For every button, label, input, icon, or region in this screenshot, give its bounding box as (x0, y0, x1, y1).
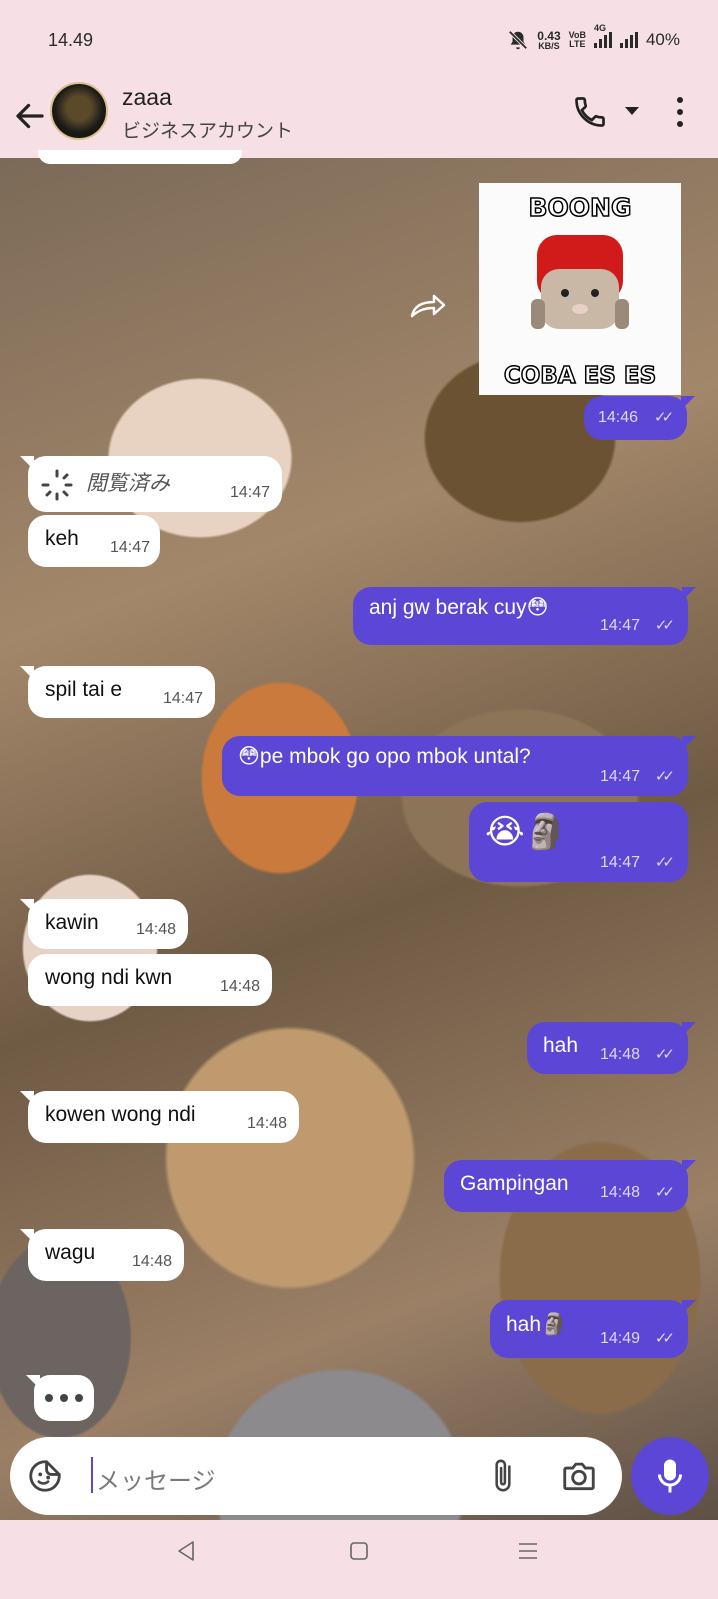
phone-icon[interactable] (572, 94, 608, 130)
message-time: 14:47 (229, 484, 270, 501)
status-bar: 14.49 0.43 KB/S VoB LTE 4G 40% (0, 0, 718, 78)
read-receipt-icon: ✓✓ (654, 617, 675, 634)
message-text: wong ndi kwn (45, 966, 173, 989)
message-time: 14:48 (131, 1253, 172, 1270)
message-text: hah (543, 1034, 579, 1057)
message-time: 14:48 (246, 1115, 287, 1132)
chat-header: zaaa ビジネスアカウント (0, 78, 718, 158)
read-receipt-icon: ✓✓ (654, 1046, 675, 1063)
message-text: wagu (45, 1241, 96, 1264)
read-receipt-icon: ✓✓ (654, 409, 674, 426)
contact-subtitle: ビジネスアカウント (122, 121, 294, 142)
camera-icon[interactable] (560, 1457, 598, 1495)
message-bubble-in[interactable]: kawin 14:48 (20, 899, 188, 949)
message-text: kowen wong ndi (45, 1103, 196, 1126)
net-speed-value: 0.43 (537, 28, 561, 43)
contact-name[interactable]: zaaa (122, 84, 172, 111)
message-bubble-out[interactable]: anj gw berak cuy😳 14:47 ✓✓ (353, 587, 696, 645)
message-bubble-in[interactable]: wagu 14:48 (20, 1229, 184, 1281)
read-receipt-icon: ✓✓ (654, 1330, 675, 1347)
message-text: 😳pe mbok go opo mbok untal? (238, 745, 531, 768)
network-type: 4G (593, 23, 606, 33)
back-arrow-icon[interactable] (12, 98, 48, 134)
signal-4g: 4G (593, 24, 612, 48)
cat-sticker-art (531, 235, 629, 329)
message-text: kawin (45, 911, 99, 934)
message-time: 14:48 (219, 978, 260, 995)
message-input-placeholder[interactable]: メッセージ (96, 1461, 216, 1496)
nav-home-icon[interactable] (349, 1541, 369, 1561)
message-bubble-in[interactable]: kowen wong ndi 14:48 (20, 1091, 299, 1143)
signal-icon-2 (619, 32, 638, 48)
microphone-icon (658, 1459, 682, 1493)
message-time: 14:47 (599, 617, 640, 634)
net-speed-unit: KB/S (538, 40, 560, 51)
attachment-icon[interactable] (490, 1457, 516, 1495)
read-receipt-icon: ✓✓ (654, 768, 675, 785)
message-bubble-out[interactable]: hah 14:48 ✓✓ (527, 1022, 696, 1074)
sticker-top-text: BOONG (528, 192, 633, 223)
nav-menu-icon[interactable] (517, 1541, 539, 1561)
voice-message-button[interactable] (631, 1437, 709, 1515)
sticker-icon[interactable] (26, 1457, 64, 1495)
text-cursor (91, 1457, 93, 1493)
message-time: 14:47 (109, 539, 150, 556)
message-time: 14:48 (599, 1046, 640, 1063)
message-text: anj gw berak cuy😳 (369, 596, 549, 619)
message-time: 14:46 (598, 409, 639, 426)
message-time: 14:48 (599, 1184, 640, 1201)
message-time: 14:49 (599, 1330, 640, 1347)
system-navigation-bar (0, 1520, 718, 1599)
more-options-icon[interactable] (668, 94, 692, 130)
status-time: 14.49 (48, 30, 94, 50)
mute-icon (508, 30, 528, 50)
message-text: keh (45, 527, 79, 550)
message-bubble-in[interactable]: keh 14:47 (28, 515, 160, 567)
sticker-bottom-text: COBA ES ES (503, 362, 657, 390)
message-emoji-text: 😭🗿 (485, 813, 568, 851)
signal-icon (593, 32, 612, 48)
message-time: 14:47 (599, 768, 640, 785)
message-bubble-in[interactable]: spil tai e 14:47 (20, 666, 215, 718)
call-options-dropdown-icon[interactable] (624, 104, 640, 118)
message-time: 14:47 (599, 854, 640, 871)
avatar[interactable] (50, 82, 108, 140)
read-receipt-icon: ✓✓ (654, 854, 675, 871)
message-bubble-out[interactable]: Gampingan 14:48 ✓✓ (444, 1160, 696, 1212)
typing-indicator (26, 1375, 94, 1421)
message-time: 14:47 (162, 690, 203, 707)
message-text: Gampingan (460, 1172, 569, 1195)
net-speed: 0.43 KB/S (537, 30, 560, 51)
loading-spinner-icon (41, 469, 73, 501)
message-text: hah🗿 (506, 1313, 568, 1336)
message-text: 閲覧済み (86, 472, 170, 495)
message-bubble-in[interactable]: wong ndi kwn 14:48 (28, 954, 272, 1006)
nav-back-icon[interactable] (176, 1540, 196, 1562)
status-icons: 0.43 KB/S VoB LTE 4G 40% (507, 24, 680, 51)
sticker-image[interactable]: BOONG COBA ES ES (479, 183, 681, 395)
message-composer[interactable]: メッセージ (10, 1437, 622, 1515)
message-bubble-out[interactable]: hah🗿 14:49 ✓✓ (490, 1300, 696, 1358)
message-bubble-out[interactable]: 14:46 ✓✓ (584, 396, 695, 440)
battery-level: 40% (645, 30, 680, 49)
forward-icon[interactable] (408, 290, 450, 322)
read-receipt-icon: ✓✓ (654, 1184, 675, 1201)
volte-bottom: LTE (569, 39, 586, 49)
volte-indicator: VoB LTE (569, 31, 586, 49)
typing-dot (75, 1394, 83, 1402)
typing-dot (45, 1394, 53, 1402)
message-time: 14:48 (135, 921, 176, 938)
message-bubble-out[interactable]: 😭🗿 14:47 ✓✓ (469, 802, 688, 882)
typing-dot (60, 1394, 68, 1402)
message-bubble-out[interactable]: 😳pe mbok go opo mbok untal? 14:47 ✓✓ (222, 736, 696, 796)
partial-message-bubble (38, 150, 242, 164)
message-text: spil tai e (45, 678, 123, 701)
message-bubble-in[interactable]: 閲覧済み 14:47 (20, 456, 282, 512)
